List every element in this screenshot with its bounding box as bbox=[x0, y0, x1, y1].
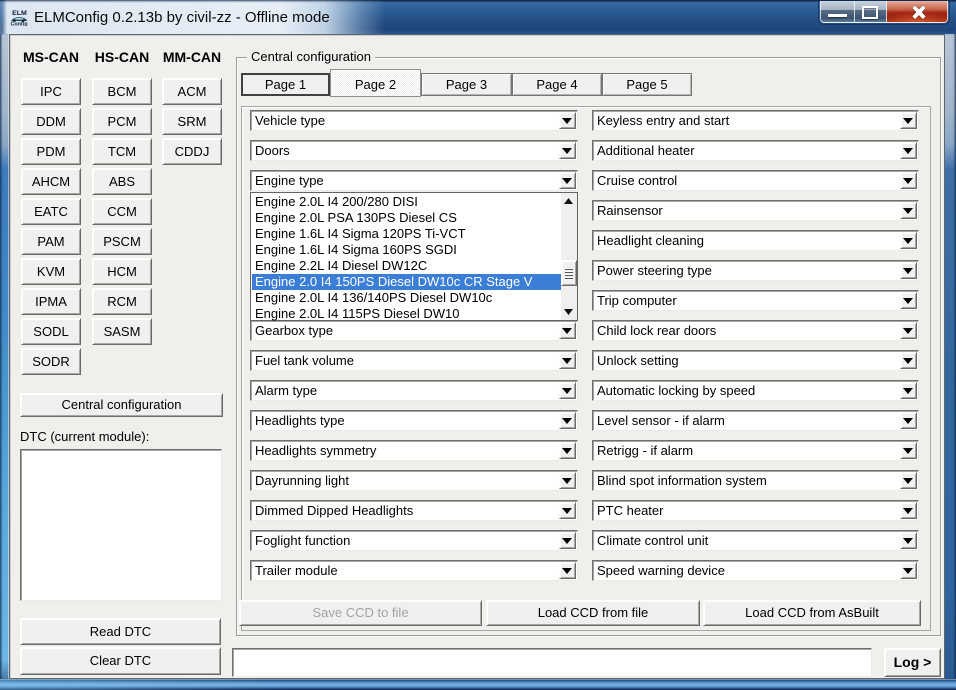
svg-text:Config: Config bbox=[10, 22, 27, 26]
svg-text:ELM: ELM bbox=[12, 10, 27, 17]
